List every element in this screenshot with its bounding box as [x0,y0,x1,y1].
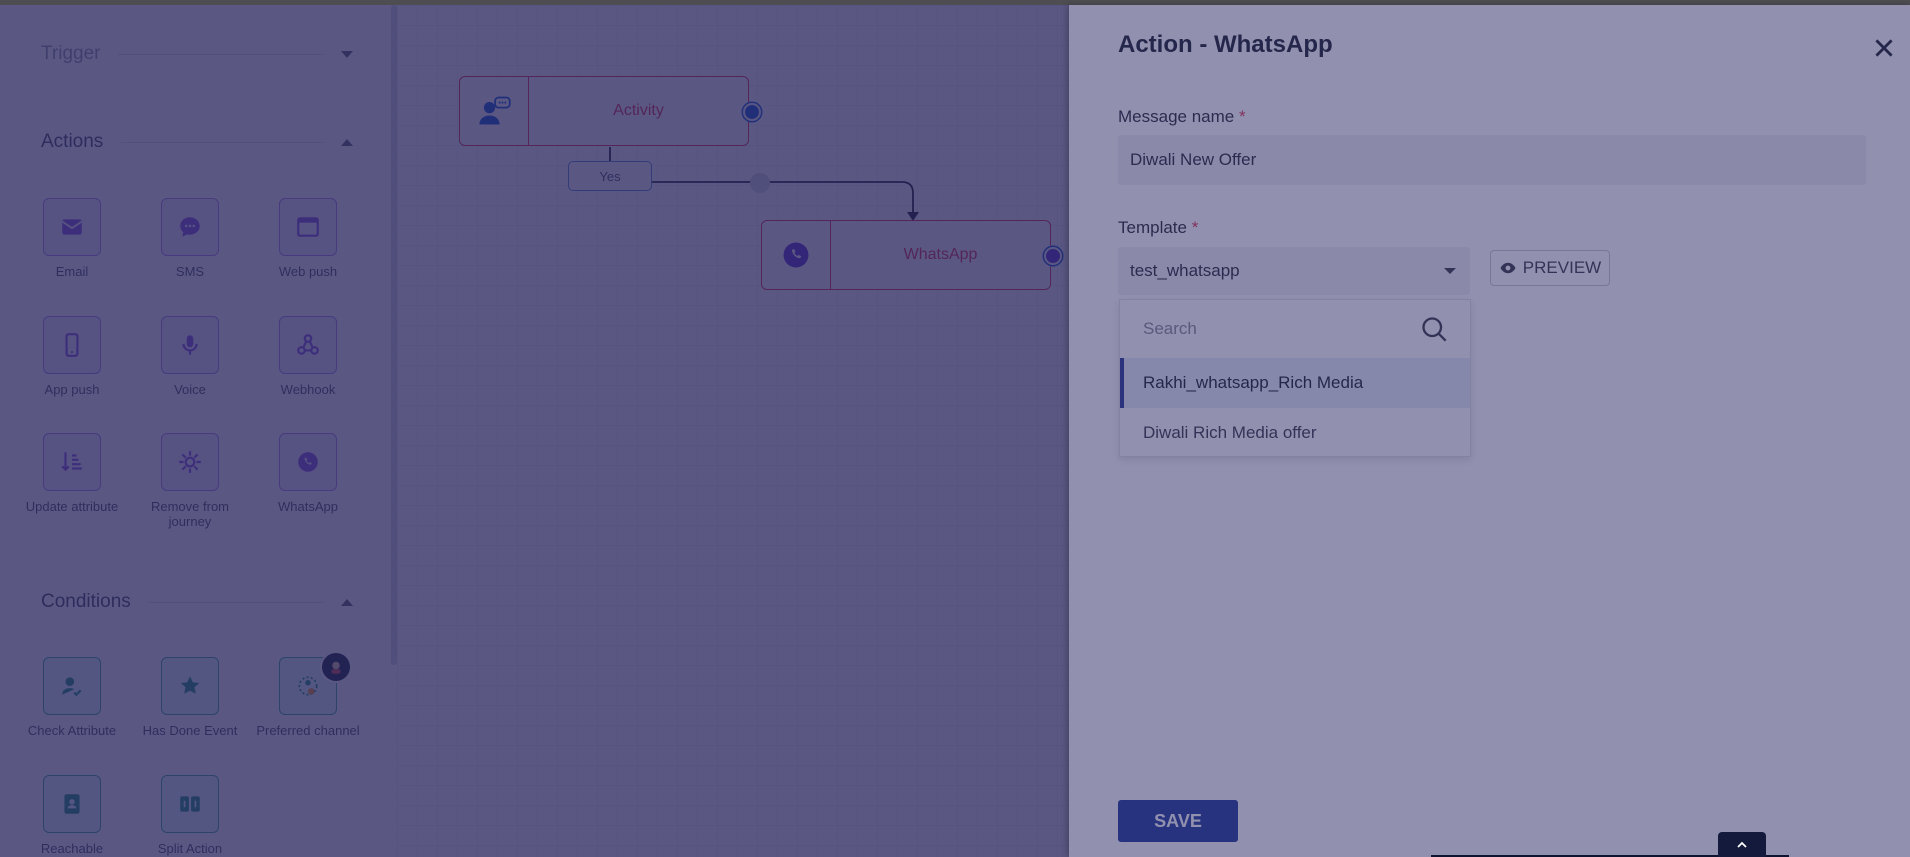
node-label: Activity [613,102,664,119]
tile-web-push[interactable]: Web push [248,198,368,279]
branch-label-yes[interactable]: Yes [568,161,652,191]
sms-icon [161,198,219,256]
template-dropdown: Search Rakhi_whatsapp_Rich Media Diwali … [1119,299,1471,457]
message-name-label: Message name * [1118,107,1246,126]
tile-label: Has Done Event [142,723,238,738]
tile-label: App push [44,382,100,397]
divider [121,141,323,143]
remove-from-journey-icon [161,433,219,491]
webhook-icon [279,316,337,374]
tile-split-action[interactable]: Split Action [130,775,250,856]
tile-label: Reachable [40,841,104,856]
node-activity[interactable]: Activity [459,76,749,146]
node-output-port[interactable] [1044,247,1062,265]
divider [148,601,323,603]
tile-sms[interactable]: SMS [130,198,250,279]
dropdown-option[interactable]: Diwali Rich Media offer [1120,408,1470,458]
message-name-input[interactable]: Diwali New Offer [1118,135,1866,185]
tile-label: Check Attribute [27,723,117,738]
activity-icon [460,77,529,145]
whatsapp-icon [279,433,337,491]
tile-label: Email [55,264,89,279]
section-title: Trigger [41,43,101,64]
section-actions-header[interactable]: Actions [41,130,353,154]
tile-reachable[interactable]: Reachable [12,775,132,856]
preview-button[interactable]: PREVIEW [1490,250,1610,286]
check-attribute-icon [43,657,101,715]
search-placeholder: Search [1143,319,1197,338]
tile-voice[interactable]: Voice [130,316,250,397]
voice-icon [161,316,219,374]
tile-label: Split Action [157,841,223,856]
assistant-avatar[interactable] [320,651,352,683]
journey-canvas[interactable]: Activity Yes WhatsApp [397,5,1069,857]
tile-update-attribute[interactable]: Update attribute [12,433,132,514]
tile-email[interactable]: Email [12,198,132,279]
node-output-port[interactable] [743,103,761,121]
tile-label: Webhook [280,382,336,397]
tile-webhook[interactable]: Webhook [248,316,368,397]
has-done-event-icon [161,657,219,715]
action-drawer: Action - WhatsApp Message name * Diwali … [1069,5,1910,857]
tile-label: SMS [175,264,205,279]
update-attribute-icon [43,433,101,491]
section-conditions-header[interactable]: Conditions [41,590,353,614]
tile-has-done-event[interactable]: Has Done Event [130,657,250,738]
node-whatsapp[interactable]: WhatsApp [761,220,1051,290]
whatsapp-icon [762,221,831,289]
section-trigger-header[interactable]: Trigger [41,42,353,66]
required-mark: * [1191,218,1199,237]
split-action-icon [161,775,219,833]
save-button[interactable]: SAVE [1118,800,1238,842]
drawer-title: Action - WhatsApp [1118,31,1333,58]
tile-label: Voice [174,382,206,397]
section-title: Conditions [41,591,131,612]
app-push-icon [43,316,101,374]
close-icon[interactable] [1871,35,1897,61]
message-name-value: Diwali New Offer [1130,150,1257,169]
web-push-icon [279,198,337,256]
node-label: WhatsApp [903,246,978,263]
divider [118,53,323,55]
chevron-down-icon [1444,268,1456,274]
dropdown-option[interactable]: Rakhi_whatsapp_Rich Media [1120,358,1470,408]
search-icon [1422,317,1447,342]
tile-label: Preferred channel [256,723,360,738]
tile-label: Remove from journey [150,499,230,529]
dropdown-search-input[interactable]: Search [1120,300,1470,359]
tile-label: WhatsApp [278,499,338,514]
tile-remove-from-journey[interactable]: Remove from journey [130,433,250,529]
tile-label: Update attribute [25,499,119,514]
reachable-icon [43,775,101,833]
component-palette: Trigger Actions Email SMS Web push App p… [0,5,392,857]
chevron-up-icon [1737,841,1747,848]
tile-label: Web push [278,264,338,279]
eye-icon [1500,262,1516,274]
tile-whatsapp[interactable]: WhatsApp [248,433,368,514]
expand-panel-button[interactable] [1718,832,1766,857]
tile-app-push[interactable]: App push [12,316,132,397]
template-value: test_whatsapp [1130,261,1240,280]
section-title: Actions [41,131,104,152]
template-label: Template * [1118,218,1199,237]
required-mark: * [1238,107,1246,126]
preview-label: PREVIEW [1522,258,1602,277]
chevron-down-icon[interactable] [341,50,353,58]
template-select[interactable]: test_whatsapp [1118,247,1470,295]
chevron-up-icon[interactable] [341,598,353,606]
email-icon [43,198,101,256]
chevron-up-icon[interactable] [341,138,353,146]
tile-check-attribute[interactable]: Check Attribute [12,657,132,738]
